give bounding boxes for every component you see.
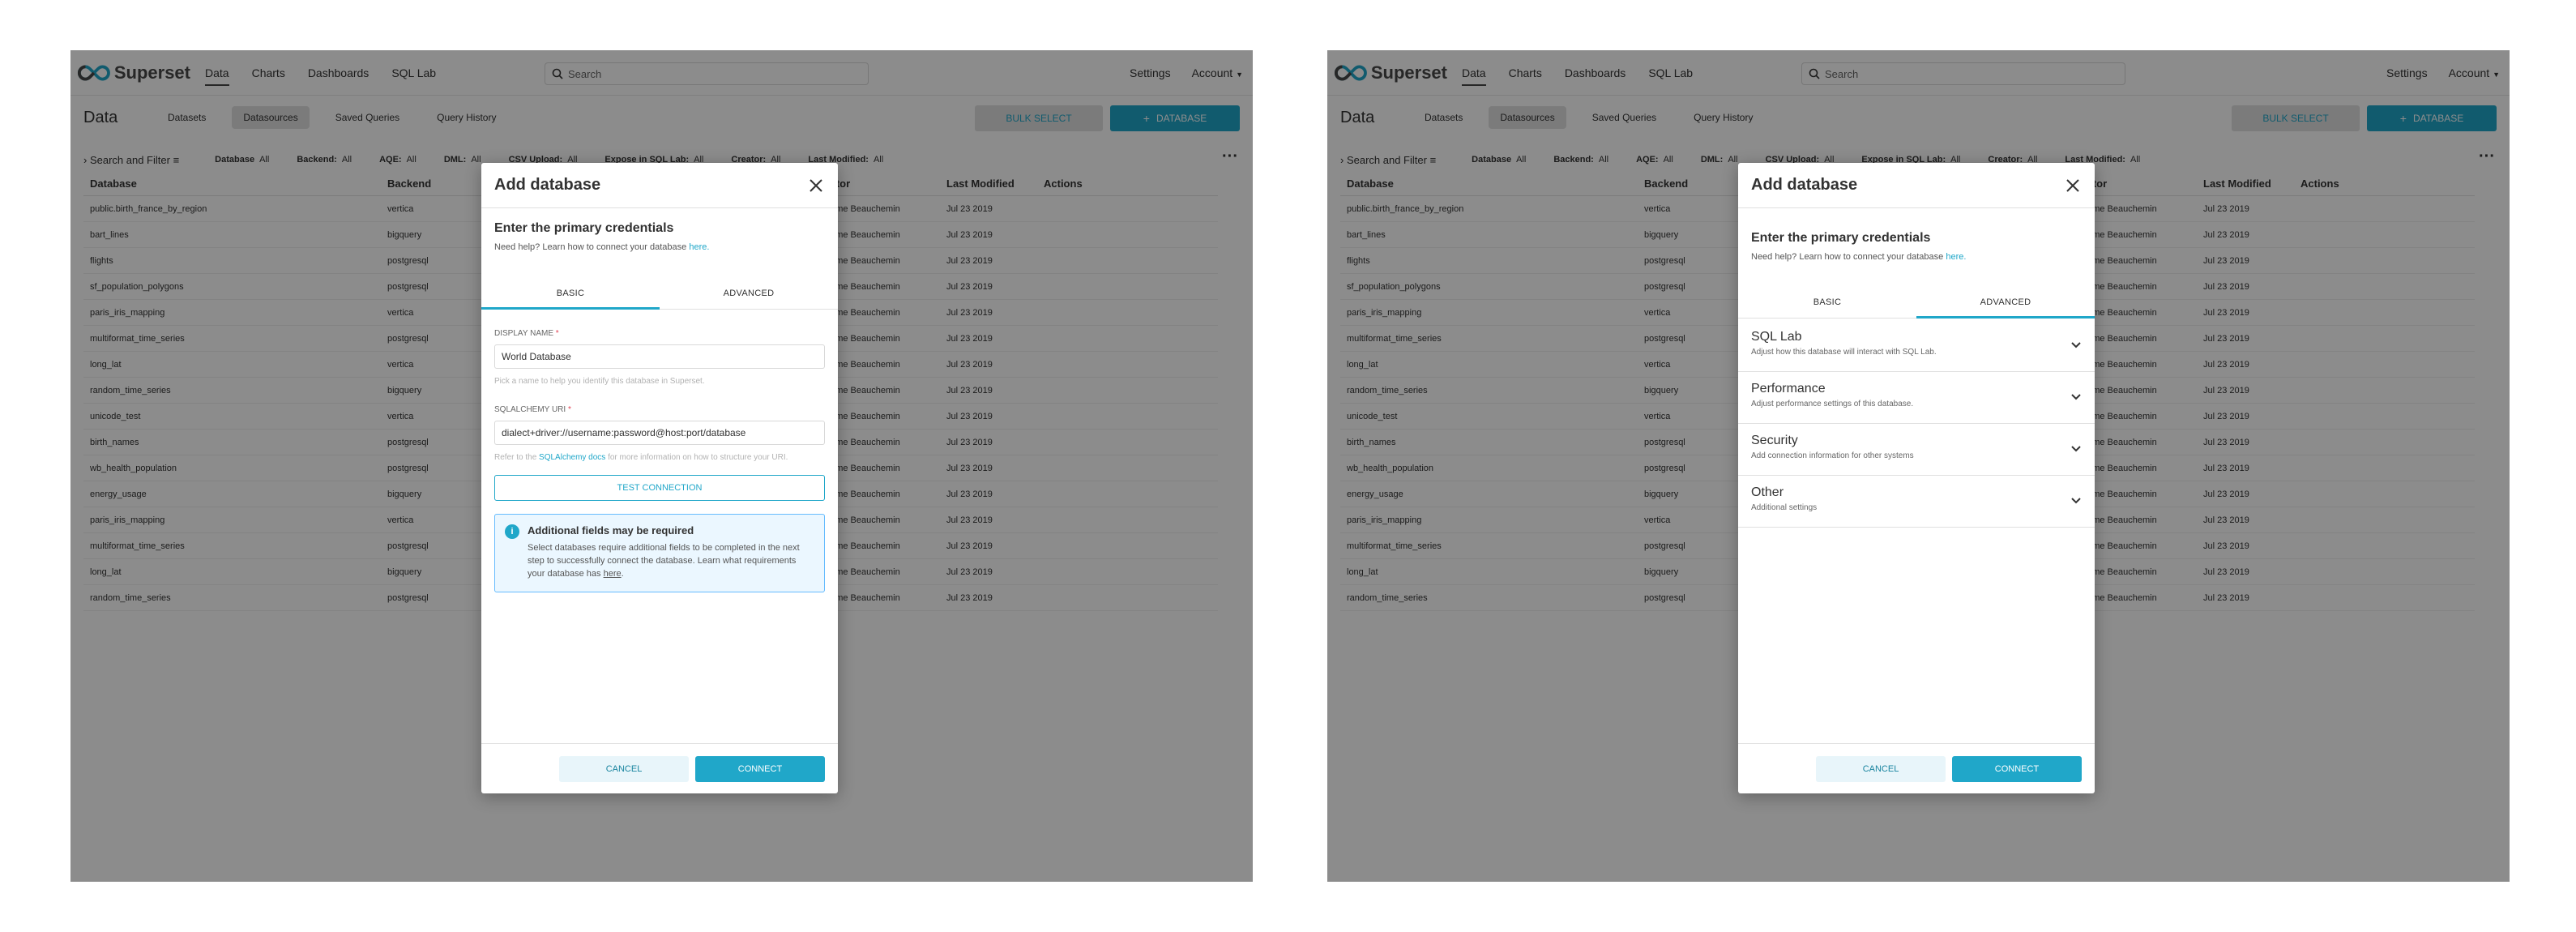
tab-advanced[interactable]: ADVANCED (660, 277, 838, 309)
section-subtitle: Add connection information for other sys… (1751, 451, 1914, 460)
modal-footer: CANCEL CONNECT (481, 743, 838, 793)
basic-form: DISPLAY NAME * World Database Pick a nam… (494, 329, 825, 592)
section-title: Security (1751, 434, 1798, 447)
modal-title: Add database (1751, 176, 1858, 194)
cancel-button[interactable]: CANCEL (1816, 755, 1946, 782)
section-title: Performance (1751, 382, 1826, 395)
advanced-sections: SQL Lab Adjust how this database will int… (1738, 320, 2095, 528)
info-alert: i Additional fields may be required Sele… (494, 514, 825, 592)
sqlalchemy-docs-link[interactable]: SQLAlchemy docs (539, 453, 605, 462)
credentials-help: Need help? Learn how to connect your dat… (494, 242, 825, 252)
section-subtitle: Adjust performance settings of this data… (1751, 400, 1914, 408)
modal-footer: CANCEL CONNECT (1738, 743, 2095, 793)
add-database-modal: Add database Enter the primary credentia… (1738, 163, 2095, 793)
screen-advanced-tab: Superset Data Charts Dashboards SQL Lab … (1327, 50, 2510, 882)
cancel-button[interactable]: CANCEL (559, 755, 689, 782)
accordion-section-performance[interactable]: Performance Adjust performance settings o… (1738, 372, 2095, 424)
required-mark: * (567, 405, 571, 414)
help-link[interactable]: here. (689, 242, 709, 252)
sqlalchemy-uri-label: SQLALCHEMY URI * (494, 405, 825, 414)
chevron-down-icon[interactable] (2070, 391, 2082, 403)
chevron-down-icon[interactable] (2070, 495, 2082, 507)
required-mark: * (555, 329, 559, 338)
connect-button[interactable]: CONNECT (1952, 755, 2082, 782)
help-link[interactable]: here. (1946, 252, 1966, 262)
section-title: Other (1751, 485, 1784, 499)
section-title: SQL Lab (1751, 330, 1802, 344)
alert-text: Select databases require additional fiel… (528, 543, 800, 579)
display-name-input[interactable]: World Database (494, 344, 825, 369)
credentials-heading: Enter the primary credentials (494, 221, 674, 235)
tab-advanced[interactable]: ADVANCED (1916, 286, 2095, 319)
credentials-intro: Enter the primary credentials Need help?… (481, 208, 838, 252)
modal-header: Add database (1738, 163, 2095, 208)
label-text: SQLALCHEMY URI (494, 405, 566, 414)
sqlalchemy-uri-input[interactable]: dialect+driver://username:password@host:… (494, 421, 825, 445)
sqlalchemy-uri-help: Refer to the SQLAlchemy docs for more in… (494, 451, 825, 464)
help-text: for more information on how to structure… (608, 453, 788, 462)
label-text: DISPLAY NAME (494, 329, 553, 338)
credentials-help: Need help? Learn how to connect your dat… (1751, 252, 2082, 262)
credentials-heading: Enter the primary credentials (1751, 231, 1931, 245)
help-text: Need help? Learn how to connect your dat… (1751, 252, 1944, 262)
modal-header: Add database (481, 163, 838, 208)
section-subtitle: Additional settings (1751, 503, 1818, 512)
close-icon[interactable] (2064, 177, 2082, 195)
accordion-section-sql-lab[interactable]: SQL Lab Adjust how this database will int… (1738, 320, 2095, 372)
chevron-down-icon[interactable] (2070, 340, 2082, 351)
modal-tabs: BASIC ADVANCED (1738, 286, 2095, 319)
alert-body: Select databases require additional fiel… (528, 543, 800, 579)
display-name-label: DISPLAY NAME * (494, 329, 825, 338)
test-connection-button[interactable]: TEST CONNECTION (494, 475, 825, 501)
info-icon: i (505, 524, 519, 539)
credentials-intro: Enter the primary credentials Need help?… (1738, 208, 2095, 262)
close-icon[interactable] (807, 177, 825, 195)
alert-link[interactable]: here (604, 569, 622, 579)
alert-title: Additional fields may be required (528, 524, 694, 537)
add-database-modal: Add database Enter the primary credentia… (481, 163, 838, 793)
help-text: Need help? Learn how to connect your dat… (494, 242, 687, 252)
screen-basic-tab: Superset Data Charts Dashboards SQL Lab … (70, 50, 1253, 882)
chevron-down-icon[interactable] (2070, 443, 2082, 455)
tab-basic[interactable]: BASIC (481, 277, 660, 310)
tab-basic[interactable]: BASIC (1738, 286, 1916, 318)
section-subtitle: Adjust how this database will interact w… (1751, 348, 1937, 357)
display-name-help: Pick a name to help you identify this da… (494, 377, 705, 386)
help-text: Refer to the (494, 453, 537, 462)
modal-tabs: BASIC ADVANCED (481, 277, 838, 310)
connect-button[interactable]: CONNECT (695, 755, 825, 782)
modal-title: Add database (494, 176, 601, 194)
accordion-section-security[interactable]: Security Add connection information for o… (1738, 424, 2095, 476)
accordion-section-other[interactable]: Other Additional settings (1738, 476, 2095, 528)
